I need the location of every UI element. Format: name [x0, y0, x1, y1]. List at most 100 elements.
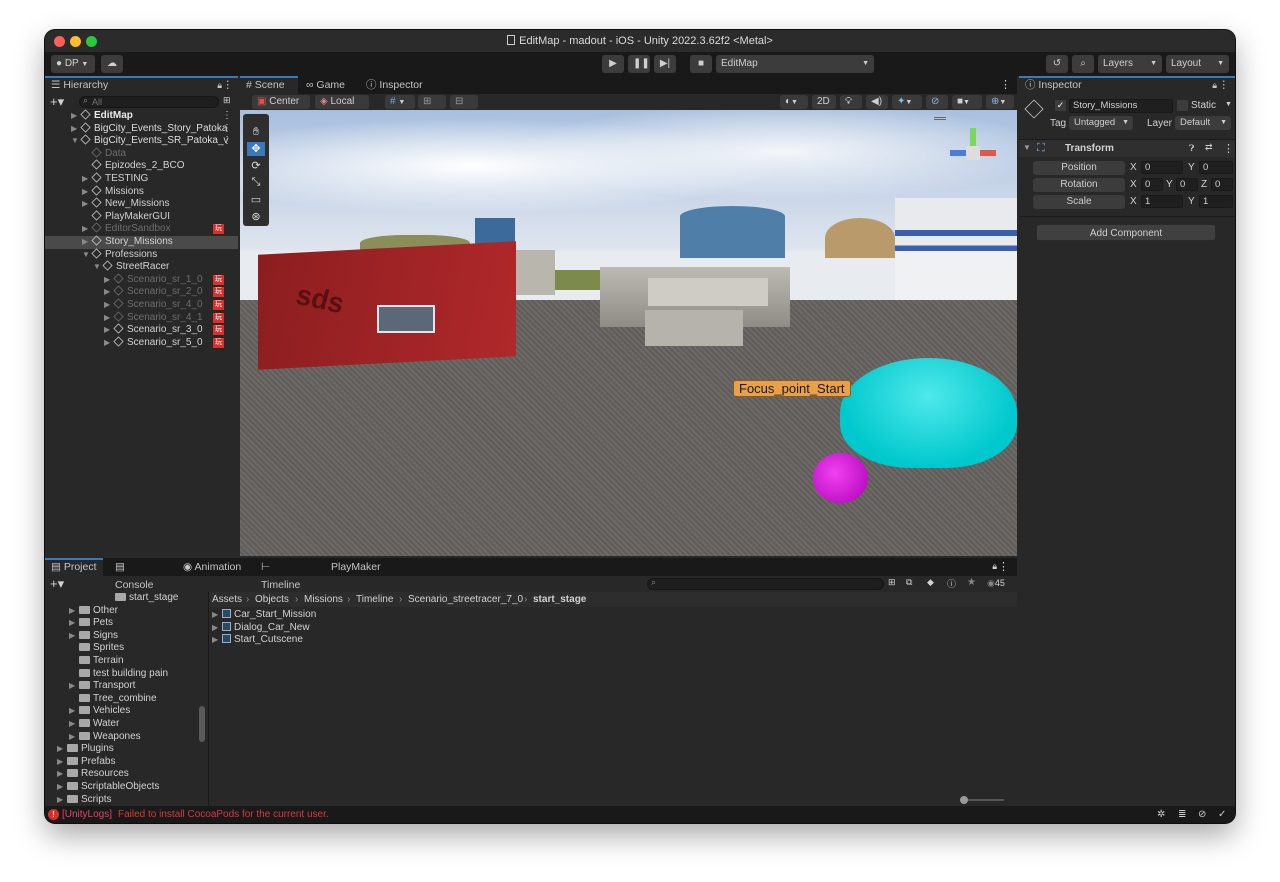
scene-select-dropdown[interactable]: EditMap ▼ [716, 55, 874, 73]
foldout-arrow-icon[interactable]: ▶ [69, 617, 79, 630]
asset-size-slider[interactable] [960, 796, 1004, 804]
warning-filter-icon[interactable]: ⓘ [947, 577, 956, 590]
project-tree-item[interactable]: ▶ Pets [45, 617, 197, 630]
foldout-arrow-icon[interactable]: ▶ [71, 123, 81, 136]
hierarchy-item[interactable]: ▶ EditMap ⋮ [45, 109, 238, 123]
project-tree-item[interactable]: ▶ Water [45, 718, 197, 731]
tab-timeline[interactable]: ⊢ Timeline [255, 558, 317, 591]
hierarchy-item[interactable]: ▶ Scenario_sr_4_1 玩 [45, 311, 238, 325]
hierarchy-item[interactable]: ▼ Professions [45, 248, 238, 262]
zoom-window-button[interactable] [86, 36, 97, 47]
align-toggle[interactable]: ⊟ ▼ [450, 95, 478, 120]
kebab-menu-icon[interactable]: ⋮ [222, 123, 232, 136]
hidden-count[interactable]: ◉45 [987, 578, 1005, 589]
transform-header[interactable]: ▼ ⛶ Transform ❓︎ ⇄ ⋮ [1019, 139, 1235, 157]
lock-icon[interactable]: 🔒︎ [992, 561, 997, 572]
scale-y-field[interactable]: 1 [1199, 195, 1233, 208]
history-button[interactable]: ↺ [1046, 55, 1068, 73]
focus-point-label[interactable]: Focus_point_Start [733, 380, 851, 397]
space-local-toggle[interactable]: ◈ Local ▼ [315, 95, 369, 120]
foldout-arrow-icon[interactable]: ▶ [82, 236, 92, 249]
layers-dropdown[interactable]: Layers ▼ [1098, 55, 1162, 73]
hierarchy-item[interactable]: Data [45, 147, 238, 161]
asset-item[interactable]: ▶ Dialog_Car_New [209, 621, 310, 635]
foldout-arrow-icon[interactable]: ▶ [104, 337, 114, 350]
hierarchy-item[interactable]: ▶ Scenario_sr_4_0 玩 [45, 298, 238, 312]
foldout-arrow-icon[interactable]: ▶ [82, 223, 92, 236]
hierarchy-search-input[interactable] [79, 96, 219, 108]
hierarchy-item[interactable]: ▶ New_Missions [45, 197, 238, 211]
scene-viewport[interactable]: sds Focus_point_Start ✋︎ ✥ ⟳ ⤡ ▭ ⊛ [240, 110, 1017, 556]
foldout-arrow-icon[interactable]: ▶ [57, 781, 67, 794]
project-search-input[interactable] [647, 578, 884, 590]
hierarchy-item[interactable]: Epizodes_2_BCO [45, 159, 238, 173]
object-name-field[interactable]: Story_Missions [1069, 99, 1173, 113]
pause-button[interactable]: ❚❚ [628, 55, 650, 73]
lock-icon[interactable]: 🔒︎ [217, 78, 222, 93]
rotation-label-button[interactable]: Rotation [1033, 178, 1125, 192]
hierarchy-item[interactable]: PlayMakerGUI [45, 210, 238, 224]
transform-tool-icon[interactable]: ⊛ [247, 210, 265, 224]
search-button[interactable]: ⌕ [1072, 55, 1094, 73]
breadcrumb-current[interactable]: start_stage [533, 594, 586, 605]
add-component-button[interactable]: Add Component [1036, 224, 1216, 241]
hand-tool-icon[interactable]: ✋︎ [247, 126, 265, 140]
minimize-window-button[interactable] [70, 36, 81, 47]
foldout-arrow-icon[interactable]: ▶ [69, 705, 79, 718]
no-debug-icon[interactable]: ⊘ [1198, 806, 1206, 823]
scale-tool-icon[interactable]: ⤡ [247, 176, 265, 190]
hierarchy-item[interactable]: ▶ BigCity_Events_Story_Patoka ⋮ [45, 122, 238, 136]
foldout-arrow-icon[interactable]: ▶ [69, 680, 79, 693]
label-tag-icon[interactable]: ◆ [927, 577, 934, 588]
kebab-menu-icon[interactable]: ⋮ [1223, 142, 1234, 155]
tab-playmaker[interactable]: PlayMaker [325, 558, 385, 576]
rotation-z-field[interactable]: 0 [1211, 178, 1233, 191]
pivot-center-toggle[interactable]: ▣ Center ▼ [252, 95, 310, 120]
position-x-field[interactable]: 0 [1141, 161, 1183, 174]
rotation-y-field[interactable]: 0 [1176, 178, 1198, 191]
camera-button[interactable]: ■ [690, 55, 712, 73]
project-tree-item[interactable]: ▶ ScriptableObjects [45, 781, 197, 794]
foldout-arrow-icon[interactable]: ▶ [57, 756, 67, 769]
foldout-arrow-icon[interactable]: ▶ [69, 605, 79, 618]
chevron-down-icon[interactable]: ▼ [1225, 101, 1232, 108]
bug-icon[interactable]: ✲ [1157, 806, 1165, 823]
kebab-menu-icon[interactable]: ⋮ [998, 560, 1009, 573]
move-tool-icon[interactable]: ✥ [247, 142, 265, 156]
project-tree-item[interactable]: ▶ Signs [45, 630, 197, 643]
project-tree-item[interactable]: ▶ Other [45, 605, 197, 618]
hierarchy-item[interactable]: ▶ Scenario_sr_5_0 玩 [45, 336, 238, 350]
foldout-arrow-icon[interactable]: ▶ [69, 731, 79, 744]
foldout-arrow-icon[interactable]: ▼ [82, 249, 92, 262]
foldout-arrow-icon[interactable]: ▶ [104, 312, 114, 325]
tab-project[interactable]: ▤ Project [45, 558, 103, 576]
position-y-field[interactable]: 0 [1199, 161, 1233, 174]
foldout-arrow-icon[interactable]: ▶ [82, 173, 92, 186]
project-tree-item[interactable]: ▶ Weapones [45, 731, 197, 744]
foldout-arrow-icon[interactable]: ▶ [57, 768, 67, 781]
shading-mode-dropdown[interactable]: ◐▼ [780, 95, 808, 109]
foldout-arrow-icon[interactable]: ▶ [104, 274, 114, 287]
check-circle-icon[interactable]: ✓ [1218, 806, 1226, 823]
status-bar[interactable]: ! [UnityLogs] Failed to install CocoaPod… [45, 806, 1235, 823]
grid-snap-toggle[interactable]: # ▼ [385, 95, 415, 109]
project-tree-item[interactable]: Terrain [45, 655, 197, 668]
project-tree-item[interactable]: ▶ Resources [45, 768, 197, 781]
kebab-menu-icon[interactable]: ⋮ [222, 135, 232, 148]
foldout-arrow-icon[interactable]: ▶ [57, 794, 67, 806]
account-dropdown[interactable]: ● DP ▼ [51, 55, 95, 73]
gizmo-menu-icon[interactable] [934, 117, 946, 120]
hierarchy-item[interactable]: ▶ Missions [45, 185, 238, 199]
hierarchy-item[interactable]: ▶ Scenario_sr_3_0 玩 [45, 323, 238, 337]
project-tree-item[interactable]: Tree_combine [45, 693, 197, 706]
toggle-2d-button[interactable]: 2D [812, 95, 836, 109]
tab-game[interactable]: ∞ Game [300, 76, 355, 94]
slider-knob[interactable] [960, 796, 968, 804]
foldout-arrow-icon[interactable]: ▶ [82, 186, 92, 199]
kebab-menu-icon[interactable]: ⋮ [223, 78, 234, 93]
tab-hierarchy[interactable]: ☰ Hierarchy 🔒︎ ⋮ [45, 76, 238, 94]
scene-visibility-toggle[interactable]: ⊘ [926, 95, 948, 109]
static-checkbox[interactable] [1177, 100, 1188, 111]
add-plus-icon[interactable]: +▾ [50, 94, 64, 109]
filter-type-icon[interactable]: ⧉ [906, 577, 912, 588]
